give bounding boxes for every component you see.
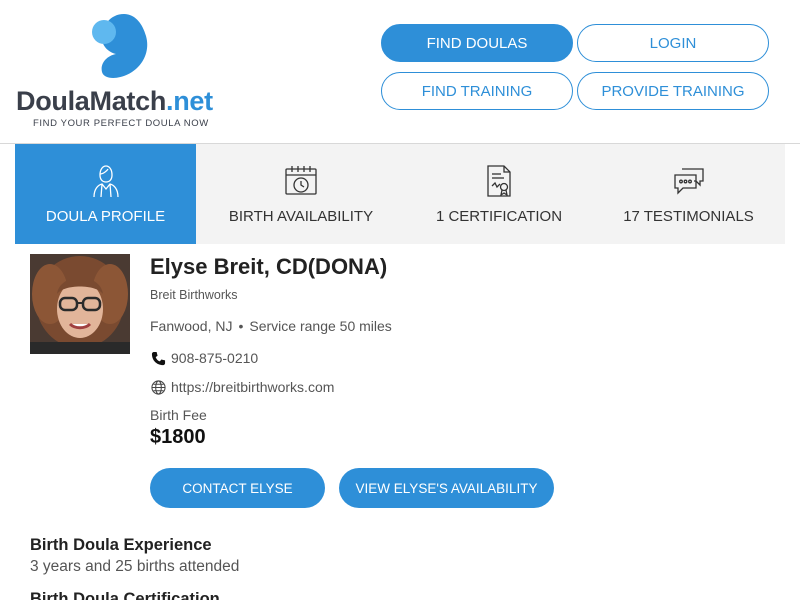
find-doulas-button[interactable]: FIND DOULAS (381, 24, 573, 62)
tab-birth-availability[interactable]: BIRTH AVAILABILITY (196, 144, 406, 244)
bullet-separator: • (238, 318, 244, 334)
site-header: DoulaMatch.net FIND YOUR PERFECT DOULA N… (0, 0, 800, 144)
birth-fee-label: Birth Fee (150, 407, 207, 423)
location-row: Fanwood, NJ • Service range 50 miles (150, 318, 392, 334)
chat-bubbles-icon (672, 164, 706, 198)
tab-testimonials[interactable]: 17 TESTIMONIALS (592, 144, 785, 244)
view-availability-button[interactable]: VIEW ELYSE'S AVAILABILITY (339, 468, 554, 508)
logo-tagline: FIND YOUR PERFECT DOULA NOW (33, 118, 209, 129)
experience-text: 3 years and 25 births attended (30, 558, 240, 575)
website-row[interactable]: https://breitbirthworks.com (150, 379, 334, 395)
business-name: Breit Birthworks (150, 288, 238, 302)
location-text: Fanwood, NJ (150, 318, 233, 334)
tab-certification[interactable]: 1 CERTIFICATION (406, 144, 592, 244)
tab-birth-availability-label: BIRTH AVAILABILITY (228, 208, 374, 225)
tab-doula-profile-label: DOULA PROFILE (45, 208, 166, 225)
tab-testimonials-label: 17 TESTIMONIALS (623, 208, 754, 225)
logo-drop-icon (92, 14, 148, 78)
experience-heading: Birth Doula Experience (30, 536, 212, 554)
login-button[interactable]: LOGIN (577, 24, 769, 62)
doula-person-icon (89, 164, 123, 198)
provide-training-button[interactable]: PROVIDE TRAINING (577, 72, 769, 110)
phone-icon (150, 350, 166, 366)
certification-heading: Birth Doula Certification (30, 590, 220, 600)
service-range-text: Service range 50 miles (249, 318, 392, 334)
calendar-clock-icon (284, 164, 318, 198)
logo-wordmark-main: DoulaMatch (16, 86, 167, 116)
website-link[interactable]: https://breitbirthworks.com (171, 379, 334, 395)
find-training-button[interactable]: FIND TRAINING (381, 72, 573, 110)
tab-doula-profile[interactable]: DOULA PROFILE (15, 144, 196, 244)
tab-certification-label: 1 CERTIFICATION (435, 208, 563, 225)
contact-doula-button[interactable]: CONTACT ELYSE (150, 468, 325, 508)
doula-name: Elyse Breit, CD(DONA) (150, 254, 388, 279)
certificate-document-icon (482, 164, 516, 198)
phone-number[interactable]: 908-875-0210 (171, 350, 258, 366)
doula-profile-photo (30, 254, 130, 354)
logo-wordmark-suffix: .net (166, 86, 213, 116)
birth-fee-value: $1800 (150, 426, 206, 448)
site-logo[interactable]: DoulaMatch.net FIND YOUR PERFECT DOULA N… (16, 12, 226, 132)
globe-icon (150, 379, 166, 395)
profile-tabs: DOULA PROFILE BIRTH AVAILABILITY 1 CERTI… (15, 144, 785, 244)
logo-wordmark: DoulaMatch.net (16, 86, 213, 117)
phone-row[interactable]: 908-875-0210 (150, 350, 258, 366)
